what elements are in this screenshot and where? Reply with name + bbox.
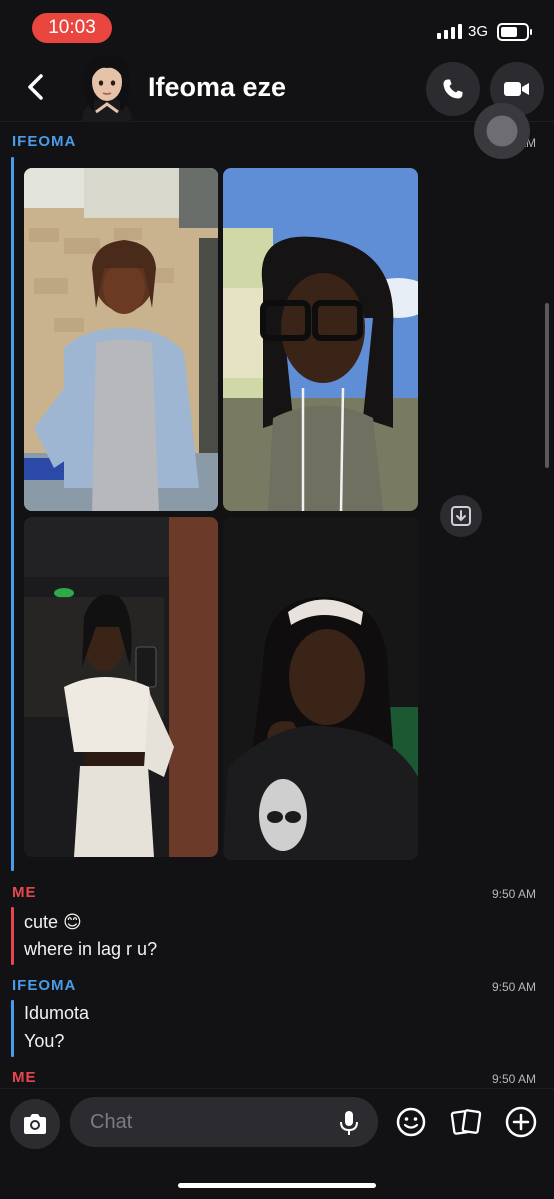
message-text[interactable]: You? [24, 1027, 64, 1056]
chat-header: Ifeoma eze [0, 52, 554, 122]
camera-icon [24, 1114, 46, 1134]
composer-bar [0, 1088, 554, 1199]
status-time: 10:03 [32, 13, 112, 43]
chat-input[interactable] [70, 1097, 378, 1147]
message-text[interactable]: cute 😊 [24, 908, 82, 937]
shared-photo[interactable] [223, 517, 418, 860]
chevron-left-icon[interactable] [24, 72, 46, 102]
sender-label: ME [12, 884, 37, 901]
video-camera-icon [504, 82, 529, 96]
message-timestamp: 9:50 AM [491, 1072, 536, 1086]
home-indicator [178, 1183, 376, 1188]
battery-icon [497, 23, 532, 41]
sender-label: ME [12, 1069, 37, 1086]
message-side-bar [11, 157, 14, 871]
status-bar: 10:03 3G [0, 0, 554, 58]
cards-icon[interactable] [449, 1105, 483, 1139]
plus-icon[interactable] [504, 1105, 538, 1139]
bitmoji-button[interactable] [474, 103, 530, 159]
microphone-icon[interactable] [338, 1109, 360, 1137]
message-text[interactable]: where in lag r u? [24, 935, 157, 964]
phone-icon [443, 79, 463, 99]
smiley-icon[interactable] [394, 1105, 428, 1139]
signal-icon [437, 23, 462, 39]
save-media-button[interactable] [440, 495, 482, 537]
network-type: 3G [468, 23, 489, 40]
camera-button[interactable] [10, 1099, 60, 1149]
shared-photo[interactable] [24, 517, 218, 857]
call-button[interactable] [426, 62, 480, 116]
message-side-bar [11, 1000, 14, 1057]
shared-photo[interactable] [223, 168, 418, 511]
message-timestamp: 9:50 AM [491, 980, 536, 994]
sender-label: IFEOMA [12, 133, 77, 150]
message-text[interactable]: Idumota [24, 999, 89, 1028]
sender-label: IFEOMA [12, 977, 77, 994]
message-timestamp: 9:50 AM [491, 887, 536, 901]
message-side-bar [11, 907, 14, 965]
contact-name[interactable]: Ifeoma eze [148, 72, 286, 103]
save-download-icon [451, 506, 471, 526]
shared-photo[interactable] [24, 168, 218, 511]
avatar[interactable] [76, 52, 138, 122]
scrollbar[interactable] [545, 303, 549, 468]
